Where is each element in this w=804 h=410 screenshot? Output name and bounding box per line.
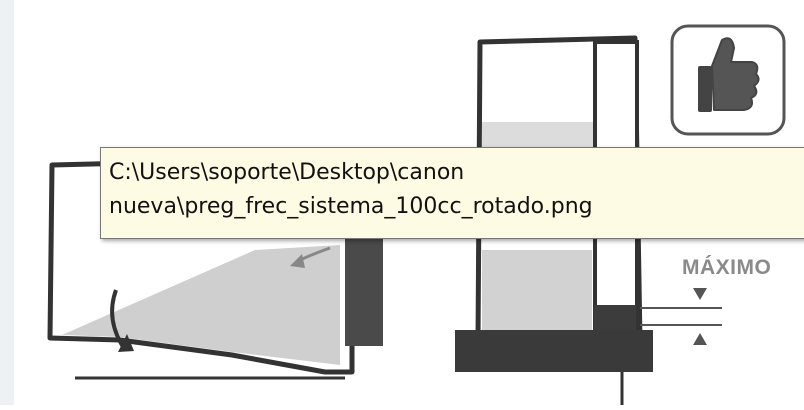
left-panel-edge (0, 0, 14, 405)
file-path-tooltip: C:\Users\soporte\Desktop\canon nueva\pre… (100, 147, 804, 239)
maximum-level-label: MÁXIMO (682, 256, 772, 279)
arrow-up-icon (693, 333, 707, 345)
tooltip-line-1: C:\Users\soporte\Desktop\canon (109, 160, 465, 185)
thumbs-up-icon (670, 24, 786, 136)
tooltip-line-2: nueva\preg_frec_sistema_100cc_rotado.png (109, 194, 593, 219)
arrow-down-icon (693, 288, 707, 300)
